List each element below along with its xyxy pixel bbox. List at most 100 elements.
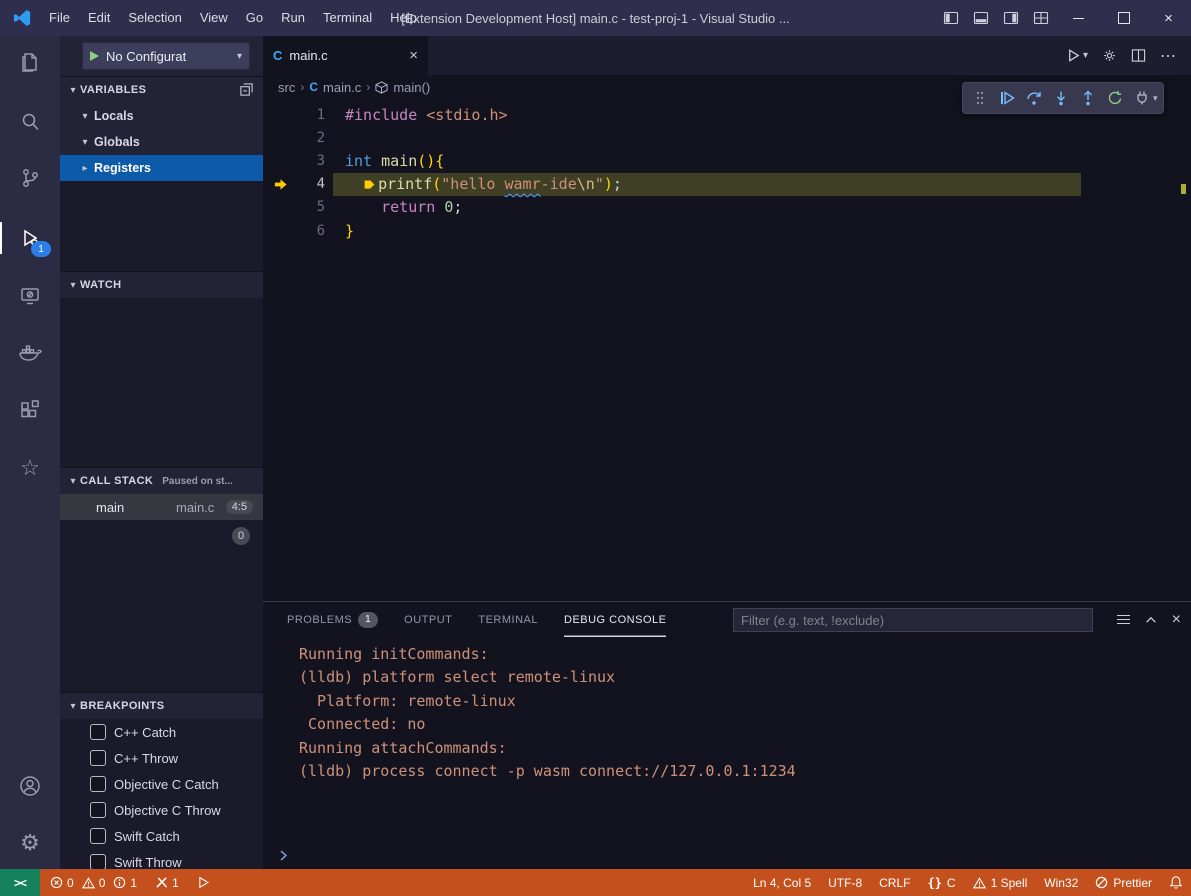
step-into-icon[interactable]: [1049, 86, 1073, 110]
console-output-line[interactable]: Platform: remote-linux: [263, 689, 1191, 713]
breakpoint-checkbox[interactable]: [90, 724, 106, 740]
breakpoint-checkbox[interactable]: [90, 828, 106, 844]
menu-go[interactable]: Go: [237, 0, 272, 36]
close-window-button[interactable]: ×: [1146, 0, 1191, 36]
continue-icon[interactable]: [995, 86, 1019, 110]
run-file-button[interactable]: ▾: [1066, 48, 1088, 63]
code-line-2[interactable]: 2: [263, 126, 1191, 149]
activity-settings[interactable]: ⚙: [0, 819, 60, 867]
console-output-line[interactable]: Running attachCommands:: [263, 736, 1191, 760]
call-stack-section-header[interactable]: ▾ CALL STACK Paused on st...: [60, 467, 263, 494]
code-area[interactable]: 1#include <stdio.h>23int main(){4 printf…: [263, 99, 1191, 242]
step-out-icon[interactable]: [1076, 86, 1100, 110]
panel-tab-output[interactable]: OUTPUT: [404, 602, 452, 637]
console-output-line[interactable]: (lldb) process connect -p wasm connect:/…: [263, 760, 1191, 784]
code-line-3[interactable]: 3int main(){: [263, 149, 1191, 172]
console-output-line[interactable]: (lldb) platform select remote-linux: [263, 666, 1191, 690]
debug-console-output[interactable]: Running initCommands:(lldb) platform sel…: [263, 642, 1191, 783]
activity-account[interactable]: [0, 762, 60, 810]
call-stack-frame[interactable]: main main.c 4:5: [60, 494, 263, 520]
maximize-panel-icon[interactable]: [1144, 613, 1158, 627]
breadcrumb-symbol[interactable]: main(): [393, 80, 430, 95]
cursor-position[interactable]: Ln 4, Col 5: [753, 876, 811, 890]
formatter[interactable]: Prettier: [1095, 876, 1152, 890]
toolbar-drag-handle[interactable]: [968, 86, 992, 110]
breakpoint-checkbox[interactable]: [90, 776, 106, 792]
variables-item-globals[interactable]: ▾Globals: [60, 129, 263, 155]
activity-favorites[interactable]: ☆: [0, 444, 60, 492]
console-output-line[interactable]: Connected: no: [263, 713, 1191, 737]
language-mode[interactable]: {}C: [927, 876, 955, 890]
panel-tab-terminal[interactable]: TERMINAL: [478, 602, 538, 637]
breakpoints-section-header[interactable]: ▾ BREAKPOINTS: [60, 692, 263, 719]
maximize-button[interactable]: [1101, 0, 1146, 36]
debug-target-status[interactable]: [197, 876, 210, 889]
notifications-bell-icon[interactable]: [1169, 875, 1183, 890]
toggle-panel-icon[interactable]: [966, 0, 996, 36]
debug-config-dropdown[interactable]: No Configurat ▾: [82, 42, 250, 70]
menu-terminal[interactable]: Terminal: [314, 0, 381, 36]
platform[interactable]: Win32: [1044, 876, 1078, 890]
menu-help[interactable]: Help: [381, 0, 426, 36]
spell-status[interactable]: 1 Spell: [973, 876, 1028, 890]
breakpoint-checkbox[interactable]: [90, 750, 106, 766]
breakpoint-item-objective-c-throw[interactable]: Objective C Throw: [60, 797, 263, 823]
breakpoint-item-objective-c-catch[interactable]: Objective C Catch: [60, 771, 263, 797]
editor-settings-icon[interactable]: [1102, 48, 1117, 63]
activity-source-control[interactable]: [0, 154, 60, 202]
problems-status[interactable]: 0 0 1: [50, 876, 141, 890]
toggle-secondary-sidebar-icon[interactable]: [996, 0, 1026, 36]
disconnect-icon[interactable]: [1130, 86, 1154, 110]
console-filter-input[interactable]: [733, 608, 1093, 632]
code-line-6[interactable]: 6}: [263, 219, 1191, 242]
menu-run[interactable]: Run: [272, 0, 314, 36]
variables-section-header[interactable]: ▾ VARIABLES: [60, 76, 263, 103]
breakpoint-item-swift-throw[interactable]: Swift Throw: [60, 849, 263, 869]
console-input-chevron-icon[interactable]: [277, 849, 290, 862]
restart-icon[interactable]: [1103, 86, 1127, 110]
minimize-button[interactable]: [1056, 0, 1101, 36]
split-editor-icon[interactable]: [1131, 48, 1146, 63]
watch-section-header[interactable]: ▾ WATCH: [60, 271, 263, 298]
activity-search[interactable]: [0, 98, 60, 146]
console-menu-icon[interactable]: [1117, 612, 1130, 627]
activity-run-debug[interactable]: 1: [0, 214, 60, 262]
breadcrumb-file[interactable]: main.c: [323, 80, 361, 95]
start-debugging-icon[interactable]: [90, 51, 99, 61]
activity-docker[interactable]: [0, 328, 60, 376]
breakpoint-item-c-catch[interactable]: C++ Catch: [60, 719, 263, 745]
close-panel-icon[interactable]: ×: [1172, 611, 1181, 629]
tools-status[interactable]: 1: [155, 876, 183, 890]
breakpoint-checkbox[interactable]: [90, 854, 106, 869]
chevron-down-icon[interactable]: ▾: [1153, 93, 1158, 104]
menu-file[interactable]: File: [40, 0, 79, 36]
variables-item-registers[interactable]: ▸Registers: [60, 155, 263, 181]
activity-remote-explorer[interactable]: [0, 272, 60, 320]
tab-main-c[interactable]: C main.c ×: [263, 36, 428, 75]
customize-layout-icon[interactable]: [1026, 0, 1056, 36]
more-actions-icon[interactable]: ⋯: [1160, 46, 1177, 66]
code-line-5[interactable]: 5 return 0;: [263, 196, 1191, 219]
remote-indicator[interactable]: ><: [0, 869, 40, 896]
menu-edit[interactable]: Edit: [79, 0, 119, 36]
variables-item-locals[interactable]: ▾Locals: [60, 103, 263, 129]
code-line-4[interactable]: 4 printf("hello wamr-ide\n");: [263, 173, 1191, 196]
breakpoint-item-swift-catch[interactable]: Swift Catch: [60, 823, 263, 849]
activity-extensions[interactable]: [0, 386, 60, 434]
step-over-icon[interactable]: [1022, 86, 1046, 110]
panel-tab-problems[interactable]: PROBLEMS1: [287, 602, 378, 637]
eol[interactable]: CRLF: [879, 876, 910, 890]
activity-explorer[interactable]: [0, 38, 60, 86]
current-line-arrow-icon[interactable]: [263, 177, 297, 192]
menu-view[interactable]: View: [191, 0, 237, 36]
console-output-line[interactable]: Running initCommands:: [263, 642, 1191, 666]
panel-tab-debug-console[interactable]: DEBUG CONSOLE: [564, 602, 666, 637]
menu-selection[interactable]: Selection: [119, 0, 190, 36]
close-tab-icon[interactable]: ×: [409, 47, 418, 64]
collapse-all-icon[interactable]: [239, 82, 254, 97]
toggle-sidebar-icon[interactable]: [936, 0, 966, 36]
breakpoint-checkbox[interactable]: [90, 802, 106, 818]
breadcrumb-folder[interactable]: src: [278, 80, 295, 95]
breakpoint-item-c-throw[interactable]: C++ Throw: [60, 745, 263, 771]
encoding[interactable]: UTF-8: [828, 876, 862, 890]
